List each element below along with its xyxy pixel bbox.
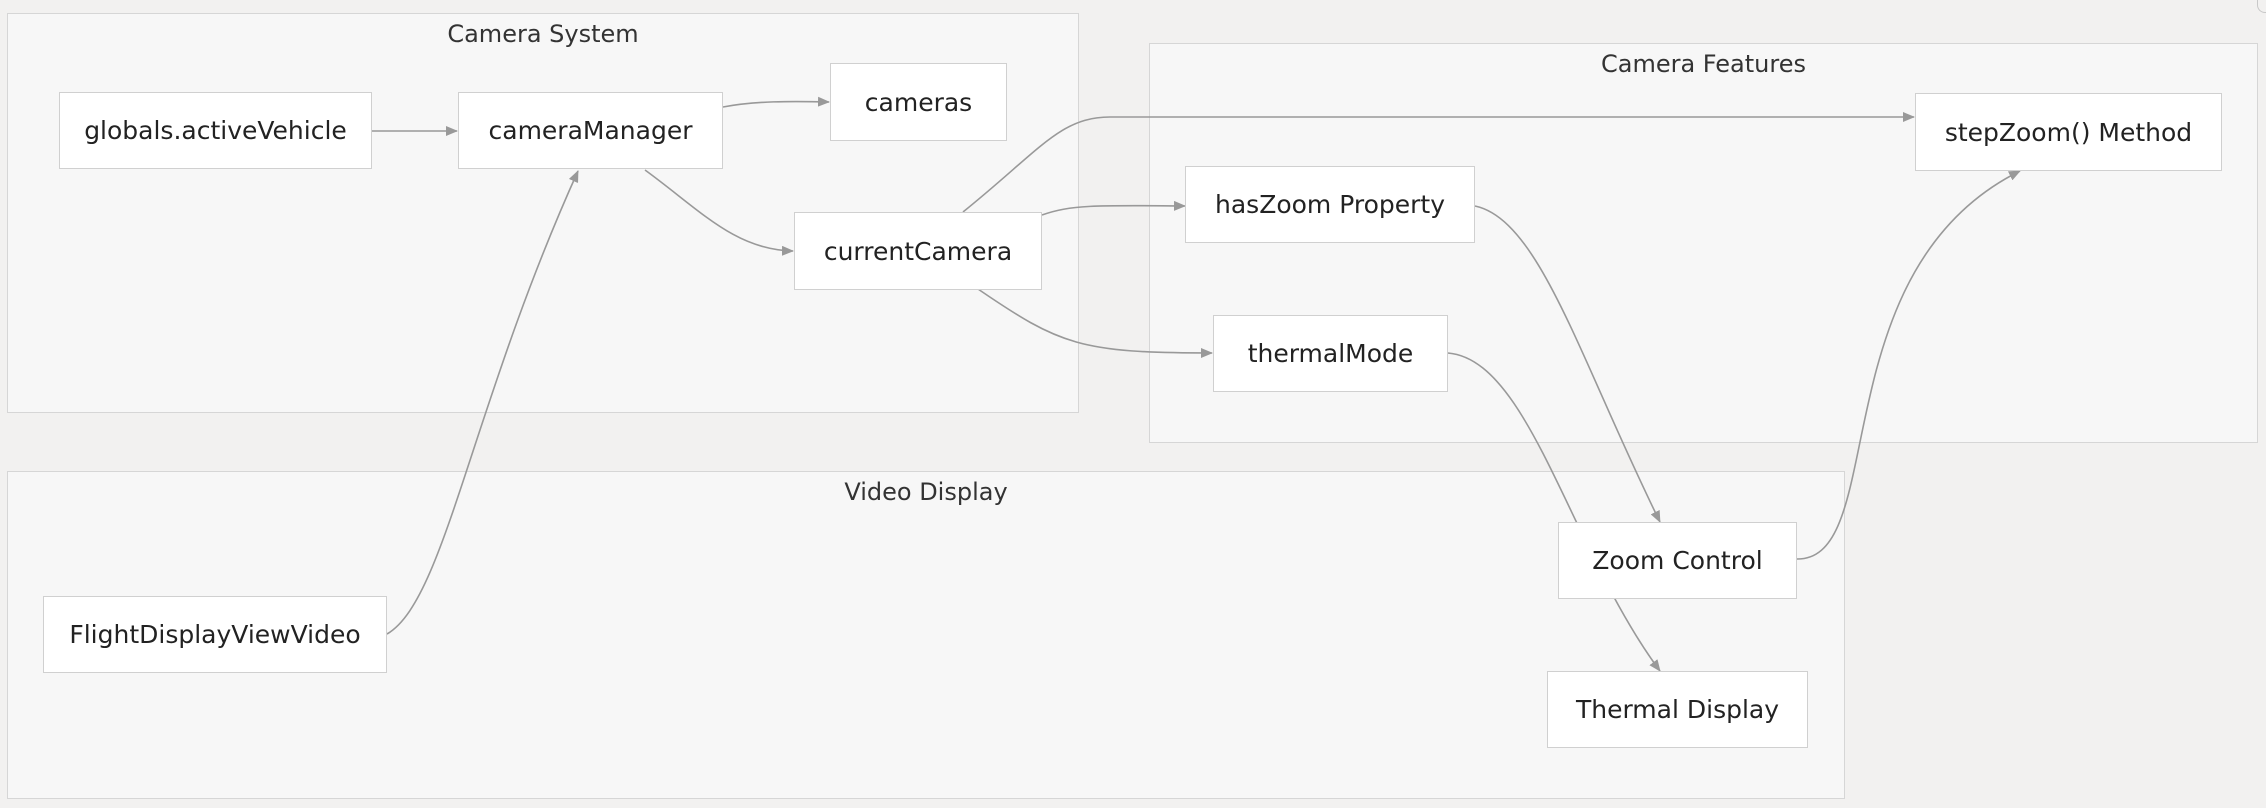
node-label: stepZoom() Method xyxy=(1944,117,2193,147)
edge-cameramanager-cameras xyxy=(722,96,830,108)
node-label: hasZoom Property xyxy=(1215,190,1445,219)
edge-thermalmode-thermaldisplay xyxy=(1447,352,1661,672)
node-label: Thermal Display xyxy=(1575,695,1780,724)
edge-currentcamera-thermalmode xyxy=(977,288,1213,358)
node-label: FlightDisplayViewVideo xyxy=(69,620,361,649)
node-camera-manager[interactable]: cameraManager xyxy=(458,92,723,169)
node-current-camera[interactable]: currentCamera xyxy=(794,212,1042,290)
node-label: globals.activeVehicle xyxy=(84,116,347,145)
node-has-zoom-property[interactable]: hasZoom Property xyxy=(1185,166,1475,243)
node-thermal-display[interactable]: Thermal Display xyxy=(1547,671,1808,748)
edge-currentcamera-haszoom xyxy=(1041,200,1186,216)
edge-haszoom-zoomcontrol xyxy=(1474,205,1661,523)
node-globals-active-vehicle[interactable]: globals.activeVehicle xyxy=(59,92,372,169)
node-label: cameras xyxy=(864,87,973,117)
node-flight-display-view-video[interactable]: FlightDisplayViewVideo xyxy=(43,596,387,673)
node-thermal-mode[interactable]: thermalMode xyxy=(1213,315,1448,392)
node-label: thermalMode xyxy=(1247,339,1414,368)
node-zoom-control[interactable]: Zoom Control xyxy=(1558,522,1797,599)
node-label: currentCamera xyxy=(823,236,1013,266)
node-step-zoom-method[interactable]: stepZoom() Method xyxy=(1915,93,2222,171)
node-label: Zoom Control xyxy=(1592,546,1763,575)
edge-zoomcontrol-stepzoom xyxy=(1796,170,2021,560)
edge-flightdisplayvideo-cameramanager xyxy=(386,170,579,635)
node-cameras[interactable]: cameras xyxy=(830,63,1007,141)
edge-cameramanager-currentcamera xyxy=(644,169,794,256)
node-label: cameraManager xyxy=(488,116,693,145)
